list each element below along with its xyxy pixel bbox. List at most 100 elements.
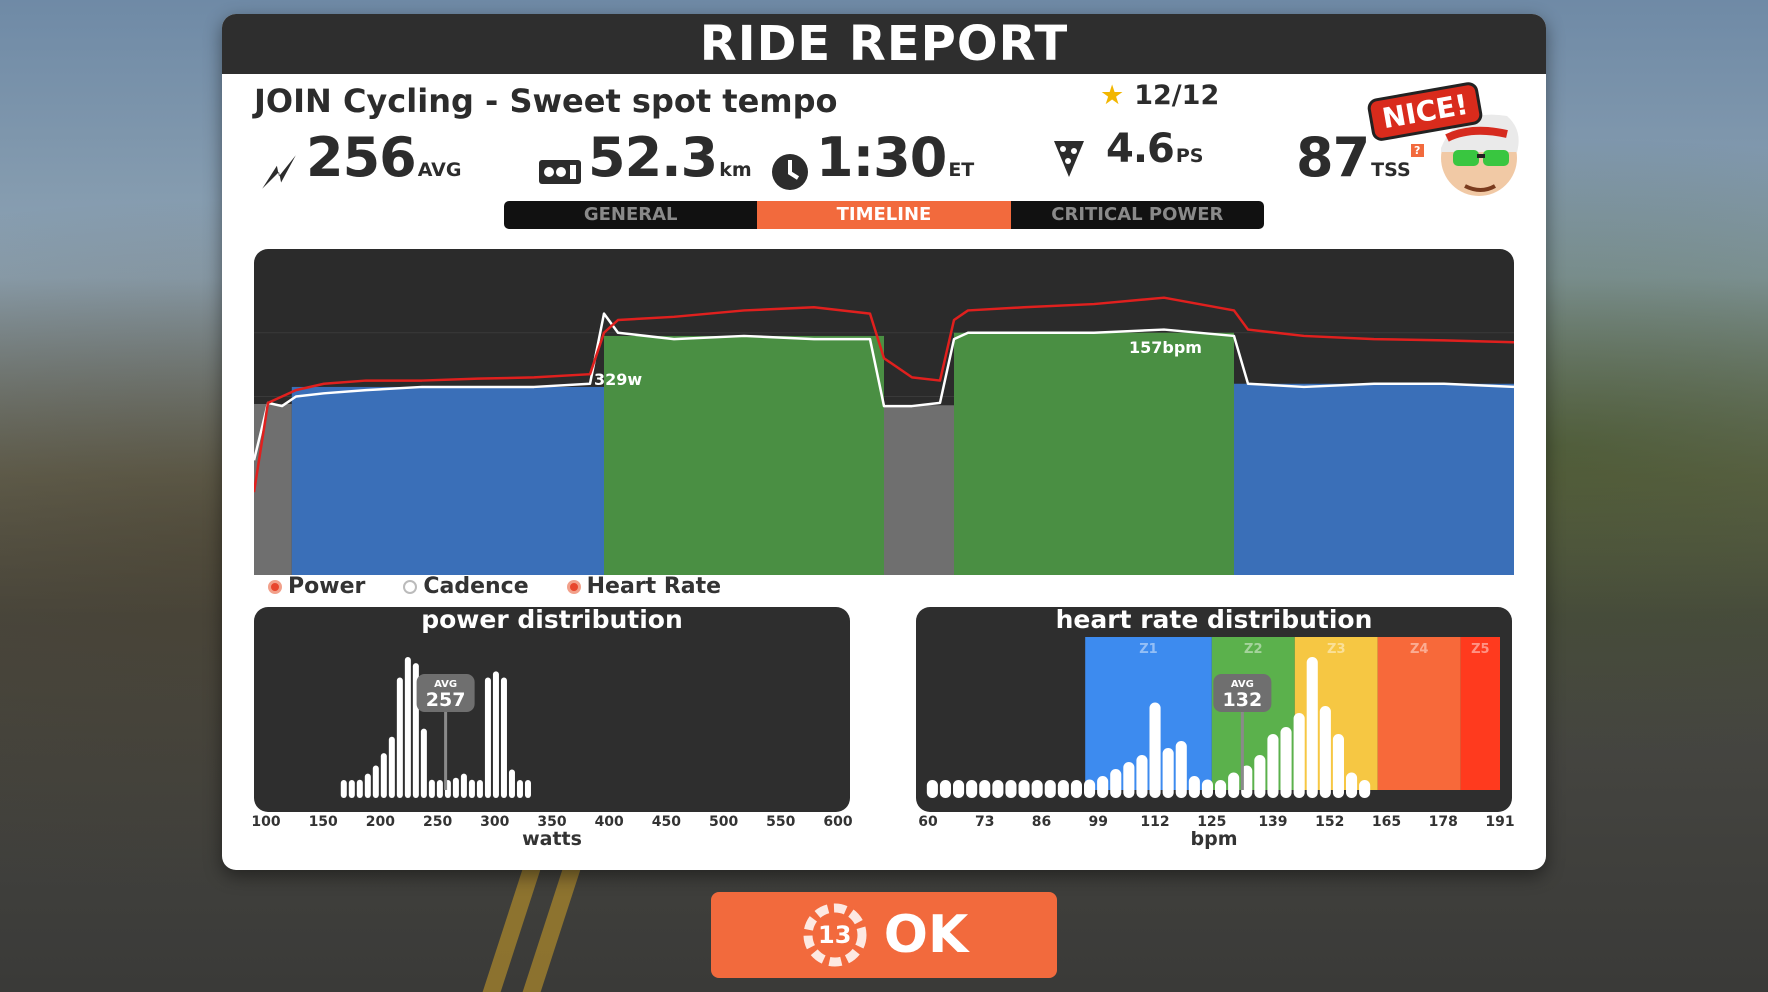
odometer-icon [539,159,581,184]
avg-power-value: 256 [306,126,417,189]
tab-critical-power[interactable]: CRITICAL POWER [1011,201,1264,229]
timeline-zone-block [291,386,604,575]
report-tabs: GENERAL TIMELINE CRITICAL POWER [504,201,1264,229]
tab-timeline[interactable]: TIMELINE [757,201,1011,229]
x-tick-label: 73 [975,814,995,830]
distance-unit: km [719,159,752,181]
distribution-bar [979,780,991,798]
x-tick-label: 100 [251,814,281,830]
distribution-bar [1005,780,1017,798]
distribution-bar [1136,755,1148,798]
legend-power-label: Power [288,574,366,599]
heart-rate-toggle-icon[interactable] [566,579,581,594]
distribution-bar [1319,706,1331,798]
x-tick-label: 86 [1031,814,1052,830]
distribution-bar [953,780,965,798]
distribution-bar [484,677,491,798]
hr-zone-label: Z4 [1410,642,1428,657]
distribution-bar [1280,727,1292,798]
distribution-bar [348,780,355,798]
heart-rate-distribution-chart: Z1 Z2 Z3 Z4 Z5AVG132 [926,637,1500,798]
x-tick-label: 300 [480,814,510,830]
timeline-zone-block [884,405,954,575]
heart-rate-distribution-panel: Z1 Z2 Z3 Z4 Z5 AVG 132 heart rate distribution [916,605,1512,812]
distance-stat: 52.3 km [538,126,752,189]
avg-power-stat: 256 AVG [258,126,461,193]
distribution-bar [1110,769,1122,798]
cadence-toggle-icon[interactable] [403,579,418,594]
distribution-bar [1228,772,1240,798]
distribution-bar [380,753,387,798]
elapsed-time-unit: ET [948,159,975,181]
x-tick-label: 191 [1485,814,1515,830]
distribution-bar [428,779,435,798]
distribution-bar [364,773,371,798]
timeline-zone-block [254,403,292,575]
distribution-bar [1044,780,1056,798]
x-tick-label: 450 [651,814,682,830]
distribution-bar [1267,734,1279,798]
distribution-bar [939,780,952,798]
distribution-bar [508,769,515,798]
legend-heart-rate-label: Heart Rate [586,574,722,599]
distribution-bar [396,677,403,798]
x-tick-label: 99 [1088,814,1109,830]
distribution-bar [1084,779,1096,798]
timeline-chart: 329w 157bpm [254,249,1514,575]
ok-button-label: OK [883,905,969,965]
countdown-timer: 13 [800,900,870,970]
pizza-value: 4.6 [1106,126,1175,172]
distribution-bar [1359,780,1371,798]
timeline-zone-block [1234,383,1514,575]
distribution-bar [500,677,507,798]
distribution-bar [468,779,475,798]
distribution-bar [1293,713,1305,798]
timeline-zone-block [954,332,1234,575]
legend-cadence[interactable]: Cadence [403,574,529,599]
heart-rate-distribution-title: heart rate distribution [1055,605,1373,634]
distribution-bar [420,728,427,798]
legend-power[interactable]: Power [268,574,365,599]
x-tick-label: 112 [1140,814,1170,830]
rider-avatar: NICE! [1366,80,1527,212]
x-tick-label: 250 [422,814,453,830]
distribution-bar [1097,776,1109,798]
distribution-bar [372,765,379,798]
clock-icon [772,153,808,190]
ok-button[interactable]: 13 OK [711,892,1057,978]
x-tick-label: 152 [1315,814,1345,830]
distribution-bar [1215,780,1227,798]
power-distribution-x-label: watts [522,828,582,850]
x-tick-label: 165 [1371,814,1402,830]
power-distribution-chart: AVG257 [340,657,531,798]
distribution-bar [1149,702,1161,798]
elapsed-time-stat: 1:30 ET [770,126,974,192]
distribution-bar [340,780,347,798]
distribution-bar [1188,776,1200,798]
x-tick-label: 200 [365,814,396,830]
ride-report-title: RIDE REPORT [222,14,1546,74]
distribution-bar [1201,779,1213,798]
star-icon: ★ [1100,80,1125,111]
legend-heart-rate[interactable]: Heart Rate [566,574,722,599]
avg-marker-value: 257 [426,689,466,711]
pizza-icon [1054,140,1084,177]
hr-zone-band [1460,637,1500,790]
x-tick-label: 400 [594,814,624,830]
distribution-bar [1057,780,1069,798]
distribution-bar [1123,762,1135,798]
x-tick-label: 150 [308,814,338,830]
distribution-bar [460,773,467,798]
distribution-bar [436,780,443,798]
hr-zone-band [1377,637,1461,790]
power-bolt-icon [262,154,296,189]
power-toggle-icon[interactable] [268,579,282,594]
tab-general[interactable]: GENERAL [504,201,757,229]
star-count: ★ 12/12 [1100,80,1219,111]
distribution-bar [516,780,523,798]
distribution-bar [1070,780,1083,798]
pizza-stat: 4.6 PS [1052,126,1203,179]
timeline-legend: Power Cadence Heart Rate [268,574,721,599]
distribution-bar [452,777,459,798]
distribution-bar [926,780,938,798]
